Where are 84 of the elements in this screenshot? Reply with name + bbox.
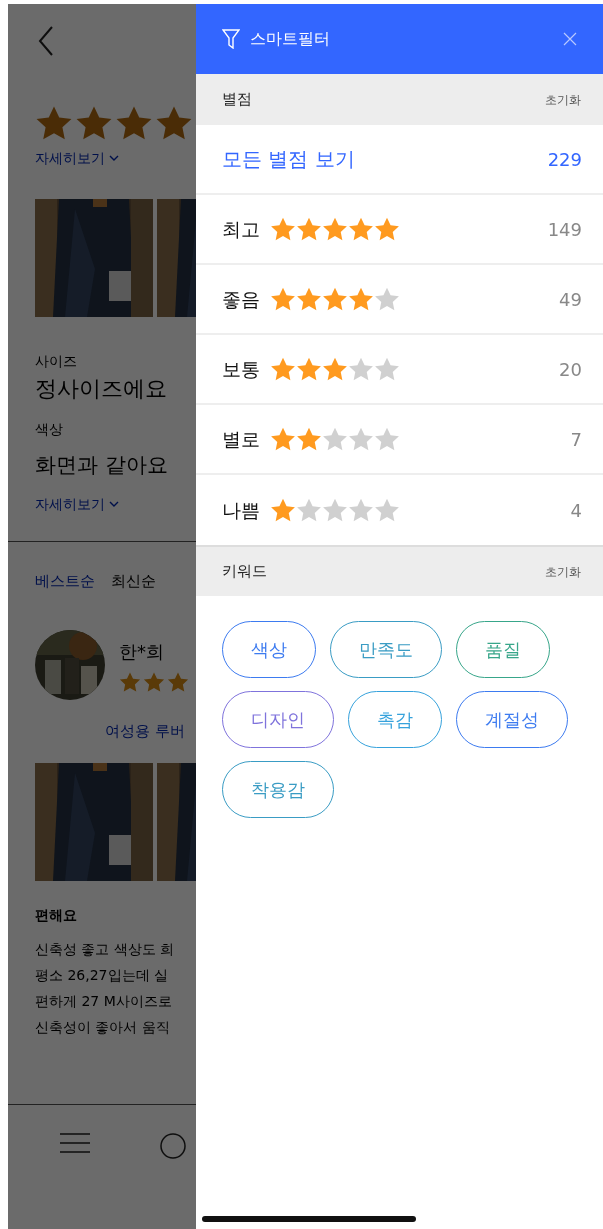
review-text: 신축성 좋고 색상도 희 (35, 939, 176, 959)
attribute-value: 화면과 같아요 (35, 452, 169, 479)
rating-label: 별로 (222, 426, 260, 452)
star-icon (322, 286, 348, 312)
star-icon (296, 497, 322, 523)
attribute-value: 정사이즈에요 (35, 375, 168, 403)
star-icon (35, 104, 73, 142)
star-icon (167, 671, 189, 693)
sort-tab[interactable]: 최신순 (111, 569, 156, 592)
star-icon (119, 671, 141, 693)
star-icon (270, 497, 296, 523)
rating-filter-row[interactable]: 별로 7 (196, 405, 603, 475)
rating-label: 최고 (222, 216, 260, 242)
keyword-chip[interactable]: 품질 (456, 621, 550, 678)
keyword-chip[interactable]: 착용감 (222, 761, 334, 818)
attribute-label: 색상 (35, 420, 64, 439)
rating-count: 49 (559, 287, 582, 312)
rating-filter-row[interactable]: 모든 별점 보기 229 (196, 125, 603, 195)
rating-count: 149 (547, 217, 582, 242)
review-title: 편해요 (35, 905, 78, 925)
back-icon[interactable] (38, 26, 54, 56)
details-link[interactable]: 자세히보기 (35, 493, 105, 515)
filter-icon (222, 29, 240, 49)
review-text: 평소 26,27입는데 실 (35, 965, 169, 985)
star-icon (348, 286, 374, 312)
star-icon (348, 356, 374, 382)
rating-count: 229 (547, 147, 582, 172)
star-icon (374, 216, 400, 242)
star-icon (270, 286, 296, 312)
star-icon (115, 104, 153, 142)
star-icon (143, 671, 165, 693)
attribute-label: 사이즈 (35, 352, 78, 371)
keyword-chip[interactable]: 계절성 (456, 691, 568, 748)
star-icon (155, 104, 193, 142)
details-link[interactable]: 자세히보기 (35, 148, 105, 169)
star-icon (75, 104, 113, 142)
star-icon (296, 426, 322, 452)
star-icon (374, 426, 400, 452)
star-icon (348, 497, 374, 523)
close-icon[interactable] (563, 32, 577, 46)
section-title: 별점 (222, 89, 252, 111)
star-icon (374, 286, 400, 312)
star-icon (296, 286, 322, 312)
rating-count: 7 (570, 427, 582, 452)
rating-label: 좋음 (222, 286, 260, 312)
drawer-title: 스마트필터 (250, 28, 330, 50)
star-icon (296, 356, 322, 382)
rating-label: 나쁨 (222, 497, 260, 523)
reviewer-name: 한*희 (119, 640, 165, 664)
star-icon (296, 216, 322, 242)
star-icon (322, 356, 348, 382)
chevron-icon (109, 500, 119, 508)
review-text: 신축성이 좋아서 움직 (35, 1017, 171, 1037)
star-icon (270, 426, 296, 452)
keyword-chip[interactable]: 디자인 (222, 691, 334, 748)
rating-count: 20 (559, 357, 582, 382)
star-icon (322, 497, 348, 523)
menu-icon[interactable] (60, 1133, 90, 1153)
chevron-icon (109, 155, 119, 162)
sort-tab[interactable]: 베스트순 (35, 569, 95, 592)
keyword-chip[interactable]: 촉감 (348, 691, 442, 748)
rating-label: 보통 (222, 356, 260, 382)
star-icon (270, 216, 296, 242)
star-icon (348, 426, 374, 452)
keyword-chip[interactable]: 색상 (222, 621, 316, 678)
rating-filter-row[interactable]: 최고 149 (196, 195, 603, 265)
star-icon (374, 497, 400, 523)
rating-filter-row[interactable]: 나쁨 4 (196, 475, 603, 545)
rating-label: 모든 별점 보기 (222, 146, 355, 173)
rating-filter-row[interactable]: 좋음 49 (196, 265, 603, 335)
rating-count: 4 (570, 498, 582, 523)
review-text: 편하게 27 M사이즈로 (35, 991, 173, 1011)
star-icon (322, 216, 348, 242)
reset-link[interactable]: 초기화 (544, 89, 582, 110)
star-icon (348, 216, 374, 242)
star-icon (374, 356, 400, 382)
circle-icon[interactable] (160, 1133, 186, 1159)
reset-link[interactable]: 초기화 (544, 561, 582, 582)
star-icon (270, 356, 296, 382)
star-icon (322, 426, 348, 452)
section-title: 키워드 (222, 561, 267, 583)
option-text: 여성용 루버 (105, 721, 186, 742)
keyword-chip[interactable]: 만족도 (330, 621, 442, 678)
rating-filter-row[interactable]: 보통 20 (196, 335, 603, 405)
